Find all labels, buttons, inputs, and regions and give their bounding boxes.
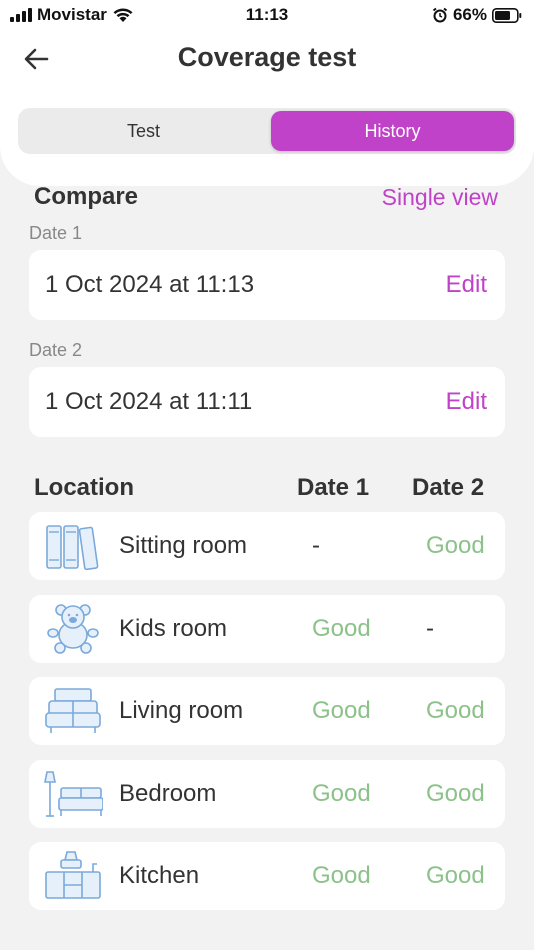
kitchen-icon [45, 851, 101, 899]
table-row: Kids room Good - [29, 595, 505, 663]
date2-value: 1 Oct 2024 at 11:11 [45, 388, 253, 415]
table-row: Living room Good Good [29, 677, 505, 745]
battery-icon [492, 7, 522, 23]
date2-card: 1 Oct 2024 at 11:11 Edit [29, 367, 505, 437]
battery-percent: 66% [452, 5, 487, 24]
status-bar: Movistar 11:13 66% [0, 0, 534, 32]
location-name: Kitchen [119, 862, 200, 889]
sofa-icon [45, 688, 101, 733]
date1-column-header: Date 1 [297, 474, 370, 501]
bookshelf-icon [46, 525, 99, 571]
date2-label: Date 2 [29, 340, 83, 360]
date2-column-header: Date 2 [412, 474, 485, 501]
location-header: Location [34, 474, 134, 501]
tab-test[interactable]: Test [21, 111, 266, 151]
date1-result: Good [312, 697, 371, 724]
compare-heading: Compare [34, 183, 139, 210]
location-name: Kids room [119, 615, 228, 642]
date2-result: Good [426, 532, 485, 559]
page-title: Coverage test [177, 42, 357, 72]
date2-result: - [426, 615, 434, 642]
tab-history[interactable]: History [271, 111, 514, 151]
table-row: Bedroom Good Good [29, 760, 505, 828]
date1-value: 1 Oct 2024 at 11:13 [45, 271, 255, 298]
teddy-bear-icon [47, 604, 99, 654]
date1-result: Good [312, 862, 371, 889]
date1-card: 1 Oct 2024 at 11:13 Edit [29, 250, 505, 320]
alarm-icon [432, 7, 448, 23]
tab-switcher: Test History [18, 108, 516, 154]
status-right: 66% [432, 5, 522, 25]
single-view-link[interactable]: Single view [382, 184, 498, 211]
bed-icon [44, 771, 103, 817]
date1-result: Good [312, 780, 371, 807]
date2-result: Good [426, 697, 485, 724]
date1-edit-button[interactable]: Edit [446, 271, 487, 299]
location-name: Sitting room [119, 532, 248, 559]
date2-edit-button[interactable]: Edit [446, 388, 487, 416]
date2-result: Good [426, 862, 485, 889]
table-row: Kitchen Good Good [29, 842, 505, 910]
date1-result: - [312, 532, 320, 559]
table-row: Sitting room - Good [29, 512, 505, 580]
date1-result: Good [312, 615, 371, 642]
date2-result: Good [426, 780, 485, 807]
location-name: Bedroom [119, 780, 217, 807]
date1-label: Date 1 [29, 223, 83, 243]
location-name: Living room [119, 697, 244, 724]
